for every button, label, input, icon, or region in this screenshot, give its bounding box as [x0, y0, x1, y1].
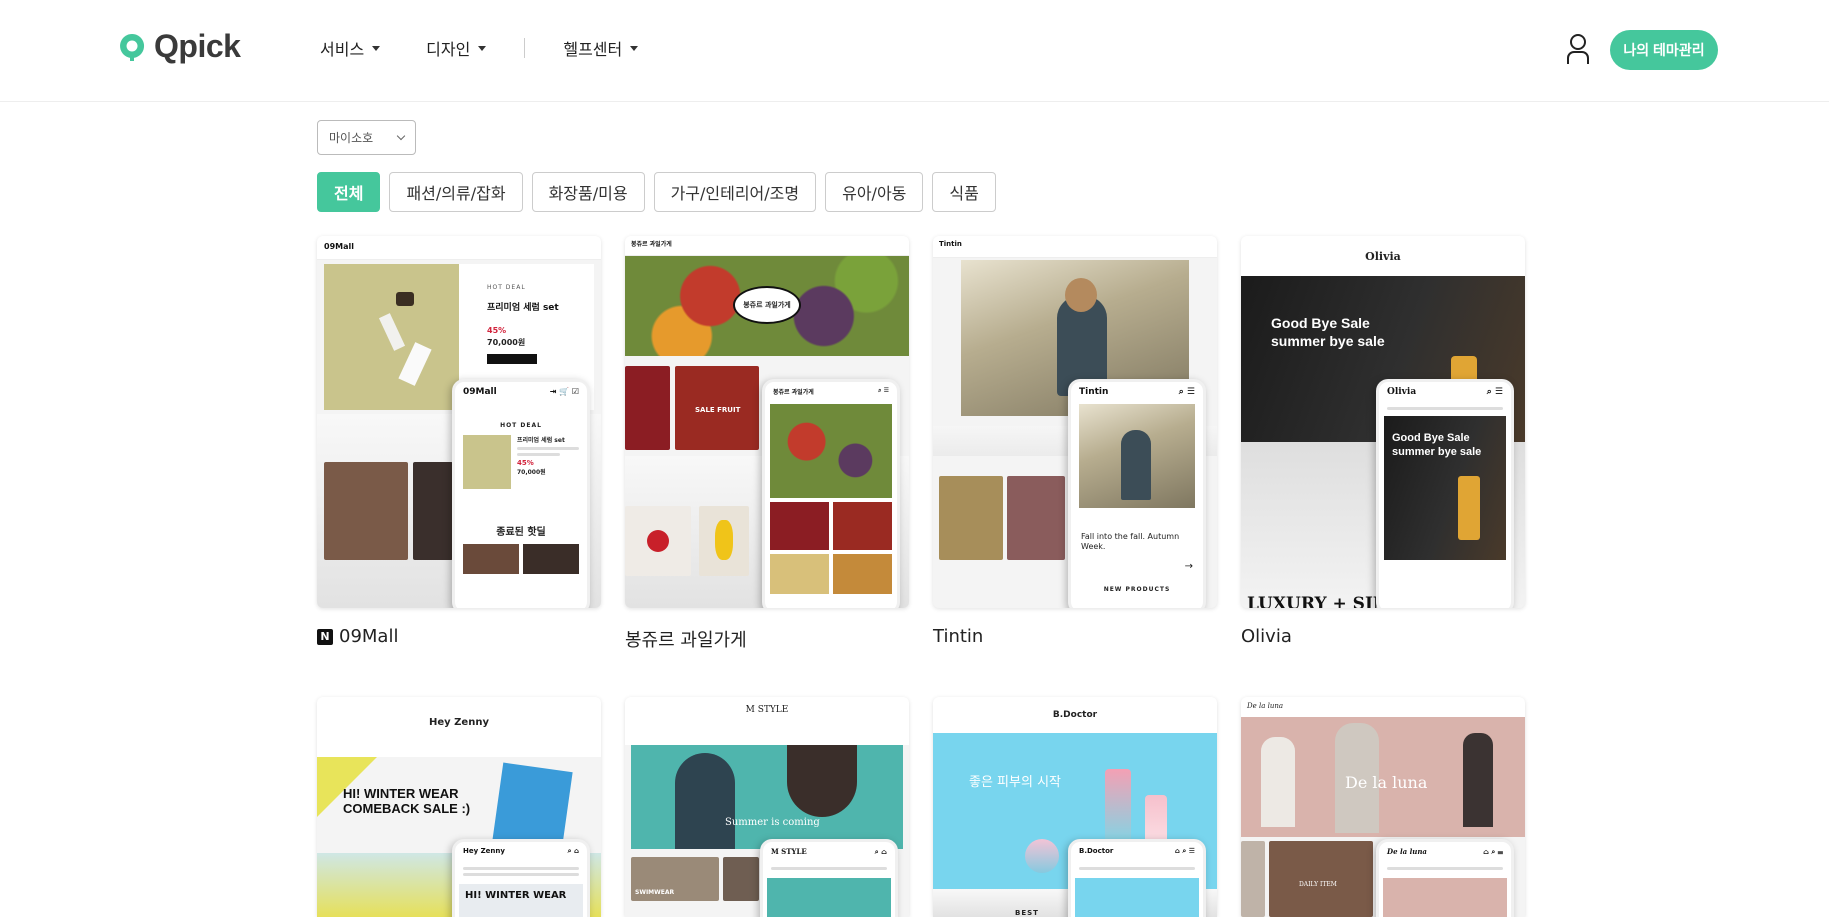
theme-title-text: 09Mall — [339, 626, 399, 647]
theme-thumbnail[interactable]: De la luna De la luna DAILY ITEM De la l… — [1241, 697, 1525, 917]
theme-card-tintin[interactable]: Tintin Tintin ⌕ ☰ Fall into the fall. Aut… — [933, 236, 1217, 647]
sort-select-value: 마이소호 — [329, 131, 374, 145]
preview-phone: 09Mall ⇥ 🛒 ☑ HOT DEAL 프리미엄 세럼 set 45% 70,… — [452, 379, 590, 608]
theme-thumbnail[interactable]: B.Doctor 좋은 피부의 시작 BEST B.Doctor ⌂ ⌕ ☰ — [933, 697, 1217, 917]
preview-logo: Tintin — [933, 236, 1217, 258]
preview-product-name: 프리미엄 세럼 set — [487, 303, 559, 313]
theme-thumbnail[interactable]: 봉쥬르 과일가게 봉쥬르 과일가게 SALE FRUIT 봉쥬르 과일가게 ⌕ ☰ — [625, 236, 909, 608]
new-badge: N — [317, 628, 333, 645]
preview-logo: 09Mall — [317, 236, 601, 260]
preview-logo: De la luna — [1241, 697, 1525, 717]
preview-logo: 봉쥬르 과일가게 — [625, 236, 909, 256]
theme-card-m-style[interactable]: M STYLE Summer is coming SWIMWEAR M STYL… — [625, 697, 909, 917]
preview-price: 70,000원 — [487, 338, 526, 347]
site-header: Qpick 서비스 디자인 헬프센터 나의 테마관리 — [0, 0, 1829, 102]
qpick-logo-icon — [120, 33, 145, 61]
preview-phone: Olivia ⌕ ☰ Good Bye Sale summer bye sale — [1376, 379, 1514, 608]
theme-title: Tintin — [933, 626, 1217, 647]
nav-divider — [524, 38, 526, 58]
theme-title: Olivia — [1241, 626, 1525, 647]
preview-phone: Hey Zenny ⌕ ⌂ HI! WINTER WEAR — [452, 839, 590, 917]
sort-select[interactable]: 마이소호 — [317, 120, 416, 155]
nav-help-center[interactable]: 헬프센터 — [563, 36, 639, 60]
qpick-logo[interactable]: Qpick — [116, 28, 241, 65]
theme-thumbnail[interactable]: M STYLE Summer is coming SWIMWEAR M STYL… — [625, 697, 909, 917]
caret-down-icon — [630, 45, 639, 51]
theme-title-text: 봉쥬르 과일가게 — [625, 630, 747, 651]
nav-service-label: 서비스 — [320, 40, 365, 59]
preview-hero: De la luna — [1241, 717, 1525, 837]
preview-phone: De la luna ⌂ ⌕ ☰ — [1376, 839, 1514, 917]
caret-down-icon — [478, 45, 487, 51]
category-tab-food[interactable]: 식품 — [932, 172, 996, 212]
category-tab-all[interactable]: 전체 — [317, 172, 381, 212]
preview-phone: M STYLE ⌕ ⌂ — [760, 839, 898, 917]
preview-logo: Hey Zenny — [317, 697, 601, 757]
preview-phone: B.Doctor ⌂ ⌕ ☰ — [1068, 839, 1206, 917]
theme-thumbnail[interactable]: Hey Zenny HI! WINTER WEAR COMEBACK SALE … — [317, 697, 601, 917]
preview-logo: Olivia — [1241, 236, 1525, 276]
caret-down-icon — [372, 45, 381, 51]
preview-phone: Tintin ⌕ ☰ Fall into the fall. Autumn Wee… — [1068, 379, 1206, 608]
theme-title-text: Olivia — [1241, 626, 1292, 647]
preview-logo: B.Doctor — [933, 697, 1217, 733]
theme-card-09mall[interactable]: 09Mall HOT DEAL 프리미엄 세럼 set 45% 70,000원 … — [317, 236, 601, 647]
theme-card-bonjour-fruit[interactable]: 봉쥬르 과일가게 봉쥬르 과일가게 SALE FRUIT 봉쥬르 과일가게 ⌕ ☰… — [625, 236, 909, 652]
preview-product-image — [324, 264, 459, 410]
preview-hero: Summer is coming — [631, 745, 903, 849]
category-tab-cosmetics[interactable]: 화장품/미용 — [531, 172, 645, 212]
nav-design[interactable]: 디자인 — [426, 36, 487, 60]
phone-logo: 09Mall — [463, 387, 497, 397]
theme-card-hey-zenny[interactable]: Hey Zenny HI! WINTER WEAR COMEBACK SALE … — [317, 697, 601, 917]
preview-section-label: HOT DEAL — [487, 284, 526, 291]
preview-hero: 봉쥬르 과일가게 — [625, 256, 909, 356]
logo-text: Qpick — [154, 28, 241, 64]
nav-service[interactable]: 서비스 — [320, 36, 381, 60]
preview-discount: 45% — [487, 326, 507, 335]
theme-thumbnail[interactable]: Olivia Good Bye Sale summer bye sale LUX… — [1241, 236, 1525, 608]
user-icon[interactable] — [1566, 33, 1590, 65]
preview-caption: Fall into the fall. Autumn Week. — [1081, 532, 1180, 552]
chevron-down-icon — [396, 131, 406, 141]
main-nav: 서비스 디자인 헬프센터 — [320, 36, 684, 60]
theme-thumbnail[interactable]: 09Mall HOT DEAL 프리미엄 세럼 set 45% 70,000원 … — [317, 236, 601, 608]
theme-card-de-la-luna[interactable]: De la luna De la luna DAILY ITEM De la l… — [1241, 697, 1525, 917]
nav-help-label: 헬프센터 — [563, 40, 623, 59]
category-tabs: 전체 패션/의류/잡화 화장품/미용 가구/인테리어/조명 유아/아동 식품 — [317, 172, 996, 212]
my-theme-button[interactable]: 나의 테마관리 — [1610, 30, 1718, 70]
theme-title-text: Tintin — [933, 626, 984, 647]
theme-card-olivia[interactable]: Olivia Good Bye Sale summer bye sale LUX… — [1241, 236, 1525, 647]
theme-title: N 09Mall — [317, 626, 601, 647]
category-tab-kids[interactable]: 유아/아동 — [825, 172, 924, 212]
theme-card-b-doctor[interactable]: B.Doctor 좋은 피부의 시작 BEST B.Doctor ⌂ ⌕ ☰ — [933, 697, 1217, 917]
category-tab-furniture[interactable]: 가구/인테리어/조명 — [653, 172, 817, 212]
category-tab-fashion[interactable]: 패션/의류/잡화 — [389, 172, 523, 212]
preview-logo: M STYLE — [625, 697, 909, 745]
nav-design-label: 디자인 — [426, 40, 471, 59]
theme-title: 봉쥬르 과일가게 — [625, 626, 909, 652]
theme-thumbnail[interactable]: Tintin Tintin ⌕ ☰ Fall into the fall. Aut… — [933, 236, 1217, 608]
preview-phone: 봉쥬르 과일가게 ⌕ ☰ — [762, 379, 900, 608]
